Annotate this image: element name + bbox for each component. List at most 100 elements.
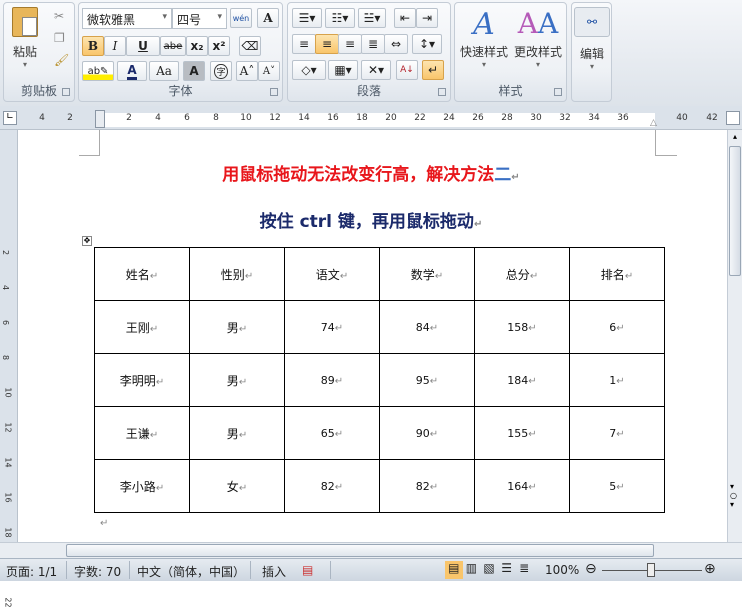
table-cell[interactable]: 184↵ <box>474 353 570 407</box>
copy-icon[interactable]: ❐ <box>54 31 65 45</box>
chinese-layout-button[interactable]: ✕▾ <box>361 60 391 80</box>
format-painter-icon[interactable]: 🖌 <box>54 53 69 67</box>
table-cell[interactable]: 王刚↵ <box>94 300 190 354</box>
table-header-cell[interactable]: 数学↵ <box>379 247 475 301</box>
distributed-button[interactable]: ⇔ <box>384 34 408 54</box>
zoom-level[interactable]: 100% <box>545 563 579 577</box>
draft-icon[interactable]: ≣ <box>515 561 533 579</box>
table-cell[interactable]: 男↵ <box>189 353 285 407</box>
cut-icon[interactable]: ✂ <box>54 9 64 23</box>
enclose-char-button[interactable]: 字 <box>210 61 232 81</box>
strikethrough-button[interactable]: abe <box>160 36 186 56</box>
horizontal-ruler[interactable]: ∟ 4 2 2 4 6 8 10 12 14 16 18 20 22 24 26 28 30 32 34 36 40 42… <box>0 106 742 130</box>
table-cell[interactable]: 7↵ <box>569 406 665 460</box>
table-cell[interactable]: 95↵ <box>379 353 475 407</box>
decrease-indent-button[interactable]: ⇤ <box>394 8 416 28</box>
line-spacing-button[interactable]: ↕▾ <box>412 34 442 54</box>
table-header-cell[interactable]: 性别↵ <box>189 247 285 301</box>
numbering-button[interactable]: ☷▾ <box>325 8 355 28</box>
dialog-launcher-icon[interactable] <box>554 88 562 96</box>
table-header-cell[interactable]: 语文↵ <box>284 247 380 301</box>
align-center-button[interactable]: ≡ <box>315 34 339 54</box>
vertical-scrollbar[interactable]: ▴ ▾ ○ ▾ <box>727 130 742 542</box>
table-cell[interactable]: 李小路↵ <box>94 459 190 513</box>
table-cell[interactable]: 男↵ <box>189 300 285 354</box>
language[interactable]: 中文（简体，中国） <box>137 563 245 580</box>
table-cell[interactable]: 89↵ <box>284 353 380 407</box>
scroll-thumb[interactable] <box>729 146 741 276</box>
horizontal-scrollbar[interactable] <box>0 542 742 558</box>
macro-icon[interactable]: ▤ <box>302 563 313 577</box>
table-cell[interactable]: 65↵ <box>284 406 380 460</box>
zoom-out-icon[interactable]: ⊖ <box>585 561 597 577</box>
indent-marker[interactable] <box>95 110 105 128</box>
justify-button[interactable]: ≣ <box>361 34 385 54</box>
scroll-thumb[interactable] <box>66 544 654 557</box>
reading-layout-icon[interactable]: ▥ <box>463 561 481 579</box>
right-indent-marker[interactable]: △ <box>650 118 657 128</box>
align-right-button[interactable]: ≡ <box>338 34 362 54</box>
align-left-button[interactable]: ≡ <box>292 34 316 54</box>
char-border-button[interactable]: A <box>257 8 279 28</box>
insert-mode[interactable]: 插入 <box>262 563 286 580</box>
table-cell[interactable]: 90↵ <box>379 406 475 460</box>
view-ruler-button[interactable] <box>726 111 740 125</box>
table-cell[interactable]: 74↵ <box>284 300 380 354</box>
table-cell[interactable]: 6↵ <box>569 300 665 354</box>
char-shading-button[interactable]: A <box>183 61 205 81</box>
word-count[interactable]: 字数: 70 <box>74 563 121 580</box>
page-count[interactable]: 页面: 1/1 <box>6 563 57 580</box>
bullets-button[interactable]: ☰▾ <box>292 8 322 28</box>
superscript-button[interactable]: x² <box>208 36 230 56</box>
shading-button[interactable]: ◇▾ <box>292 60 326 80</box>
table-cell[interactable]: 5↵ <box>569 459 665 513</box>
quick-styles-button[interactable]: A 快速样式 ▾ <box>457 7 511 69</box>
borders-button[interactable]: ▦▾ <box>328 60 358 80</box>
vertical-ruler[interactable]: 246810121416182022 <box>0 130 18 608</box>
sort-button[interactable]: A↓ <box>396 60 418 80</box>
font-size-select[interactable]: 四号 <box>172 8 227 29</box>
table-move-handle[interactable]: ✥ <box>82 236 92 246</box>
dialog-launcher-icon[interactable] <box>438 88 446 96</box>
subscript-button[interactable]: x₂ <box>186 36 208 56</box>
table-cell[interactable]: 男↵ <box>189 406 285 460</box>
table-cell[interactable]: 王谦↵ <box>94 406 190 460</box>
editing-button[interactable]: ⚯ 编辑 ▾ <box>574 7 610 71</box>
underline-button[interactable]: U <box>126 36 160 56</box>
table-cell[interactable]: 164↵ <box>474 459 570 513</box>
clear-format-icon[interactable]: ⌫ <box>239 36 261 56</box>
font-color-button[interactable]: A <box>117 61 147 81</box>
table-cell[interactable]: 82↵ <box>379 459 475 513</box>
shrink-font-button[interactable]: A ˅ <box>258 61 280 81</box>
dialog-launcher-icon[interactable] <box>62 88 70 96</box>
table-header-cell[interactable]: 排名↵ <box>569 247 665 301</box>
show-marks-button[interactable]: ↵ <box>422 60 444 80</box>
increase-indent-button[interactable]: ⇥ <box>416 8 438 28</box>
highlight-button[interactable]: ab✎ <box>82 61 114 81</box>
table-cell[interactable]: 1↵ <box>569 353 665 407</box>
phonetic-guide-button[interactable]: wén <box>230 8 252 28</box>
dialog-launcher-icon[interactable] <box>270 88 278 96</box>
score-table[interactable]: 姓名↵ 性别↵ 语文↵ 数学↵ 总分↵ 排名↵ 王刚↵ 男↵ 74↵ 84↵ 158↵ 6↵ 李明明↵… <box>94 247 665 513</box>
zoom-slider-thumb[interactable] <box>647 563 655 577</box>
web-layout-icon[interactable]: ▧ <box>480 561 498 579</box>
tab-selector[interactable]: ∟ <box>3 111 17 125</box>
outline-icon[interactable]: ☰ <box>498 561 516 579</box>
change-styles-button[interactable]: AA 更改样式 ▾ <box>511 7 565 69</box>
table-cell[interactable]: 158↵ <box>474 300 570 354</box>
zoom-in-icon[interactable]: ⊕ <box>704 561 716 577</box>
font-name-select[interactable]: 微软雅黑 <box>82 8 172 29</box>
bold-button[interactable]: B <box>82 36 104 56</box>
paste-button[interactable]: 粘贴 ▾ <box>8 7 42 69</box>
table-cell[interactable]: 82↵ <box>284 459 380 513</box>
table-cell[interactable]: 84↵ <box>379 300 475 354</box>
table-header-cell[interactable]: 姓名↵ <box>94 247 190 301</box>
italic-button[interactable]: I <box>104 36 126 56</box>
print-layout-icon[interactable]: ▤ <box>445 561 463 579</box>
multilevel-list-button[interactable]: ☱▾ <box>358 8 386 28</box>
table-cell[interactable]: 155↵ <box>474 406 570 460</box>
table-header-cell[interactable]: 总分↵ <box>474 247 570 301</box>
table-cell[interactable]: 女↵ <box>189 459 285 513</box>
grow-font-button[interactable]: A ˄ <box>236 61 258 81</box>
change-case-button[interactable]: Aa <box>149 61 179 81</box>
